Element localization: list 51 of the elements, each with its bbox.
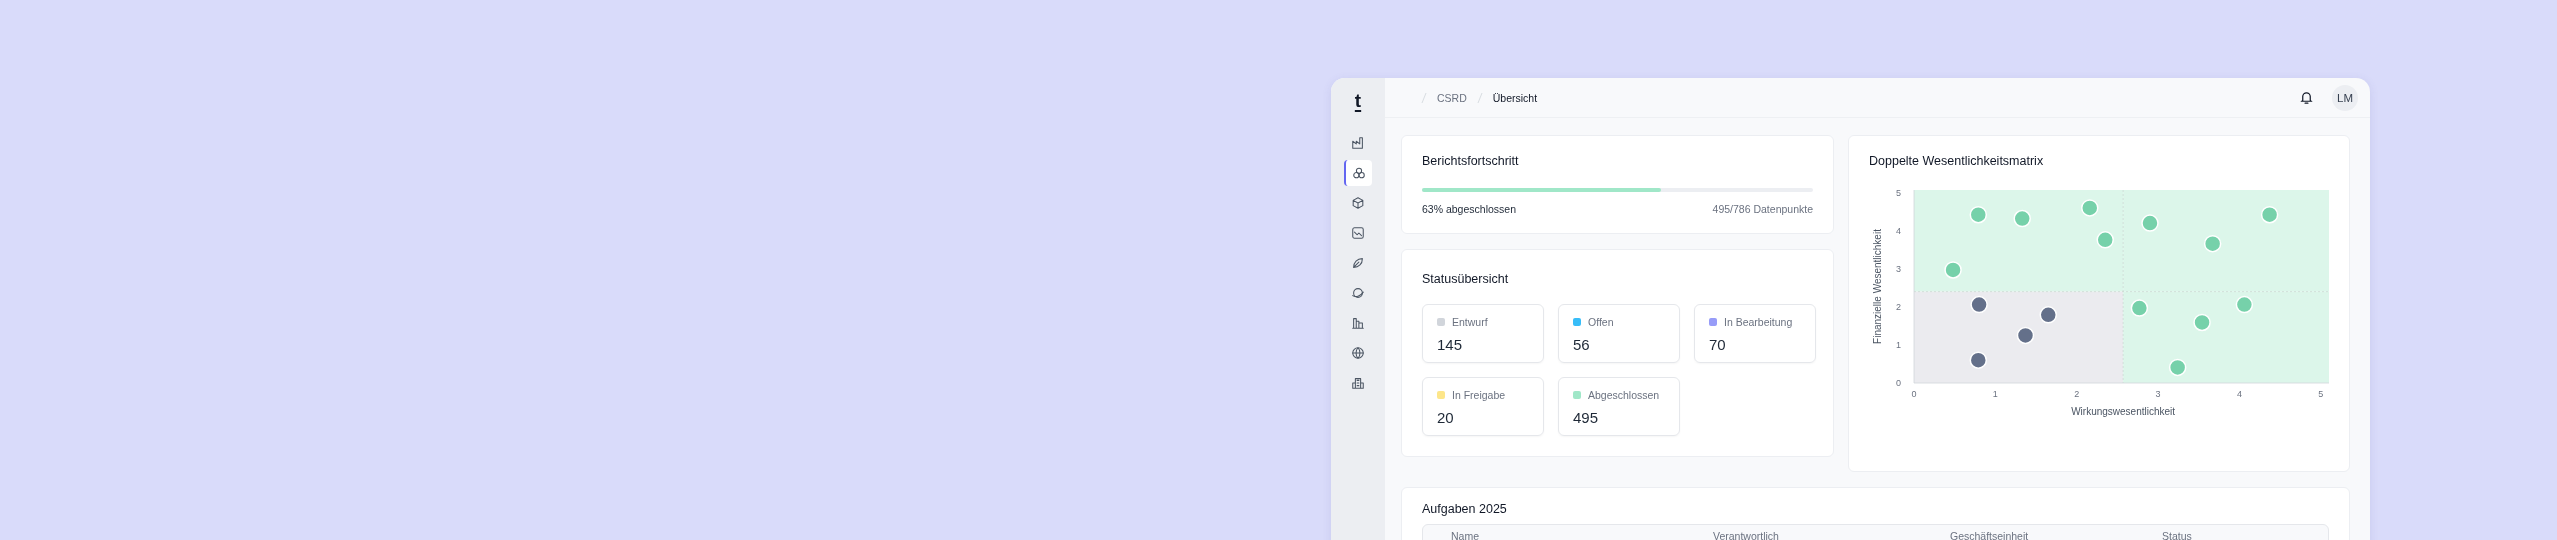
x-axis-label: Wirkungswesentlichkeit [2071, 406, 2176, 417]
building-icon [1351, 376, 1365, 390]
x-tick-label: 1 [1992, 389, 1998, 399]
y-tick-label: 3 [1896, 263, 1901, 274]
y-axis-label: Finanzielle Wesentlichkeit [1872, 229, 1883, 344]
chart-box-icon [1351, 226, 1365, 240]
y-tick-label: 2 [1896, 301, 1901, 312]
circles-icon [1352, 166, 1366, 180]
column-header[interactable]: Status [2162, 530, 2300, 540]
card-title: Doppelte Wesentlichkeitsmatrix [1869, 154, 2045, 168]
breadcrumb-link[interactable]: Übersicht [1492, 91, 1538, 104]
status-count: 145 [1437, 336, 1464, 353]
status-label: In Bearbeitung [1724, 316, 1793, 328]
x-tick-label: 3 [2155, 389, 2161, 399]
status-label: Offen [1588, 316, 1614, 328]
card-title: Berichtsfortschritt [1422, 154, 1520, 168]
sidebar-item[interactable] [1344, 160, 1372, 186]
x-tick-label: 4 [2237, 389, 2242, 399]
status-label: Abgeschlossen [1588, 389, 1660, 401]
datapoint-count: 495/786 Datenpunkte [1712, 203, 1813, 215]
status-label: In Freigabe [1452, 389, 1506, 401]
status-count: 56 [1573, 336, 1591, 353]
column-header[interactable]: Verantwortlich [1713, 530, 1950, 540]
y-tick-label: 5 [1896, 187, 1901, 198]
cube-icon [1351, 196, 1365, 210]
progress-label: 63% abgeschlossen [1422, 203, 1516, 215]
breadcrumb-link[interactable]: CSRD [1437, 91, 1467, 104]
globe-icon [1351, 346, 1365, 360]
y-tick-label: 1 [1896, 339, 1901, 350]
column-header[interactable]: Geschäftseinheit [1950, 530, 2162, 540]
card-title: Statusübersicht [1422, 272, 1510, 286]
card-title: Aufgaben 2025 [1422, 502, 1508, 516]
factory-icon [1351, 136, 1365, 150]
bar-chart-icon [1351, 316, 1365, 330]
separator-icon [1476, 91, 1483, 104]
status-label: Entwurf [1452, 316, 1488, 328]
status-count: 495 [1573, 409, 1600, 426]
y-tick-label: 0 [1896, 378, 1901, 388]
status-count: 70 [1709, 336, 1727, 353]
user-avatar[interactable]: LM [2332, 84, 2358, 111]
separator-icon [1421, 91, 1427, 104]
x-tick-label: 2 [2074, 389, 2080, 399]
planet-icon [1351, 286, 1365, 300]
x-tick-label: 5 [2318, 389, 2324, 399]
leaf-icon [1351, 256, 1365, 270]
x-tick-label: 0 [1911, 389, 1917, 399]
bell-icon[interactable] [2299, 90, 2314, 105]
status-count: 20 [1437, 409, 1455, 426]
y-tick-label: 4 [1896, 225, 1901, 236]
column-header[interactable]: Name [1451, 530, 1713, 540]
logo[interactable]: t [1354, 90, 1362, 112]
